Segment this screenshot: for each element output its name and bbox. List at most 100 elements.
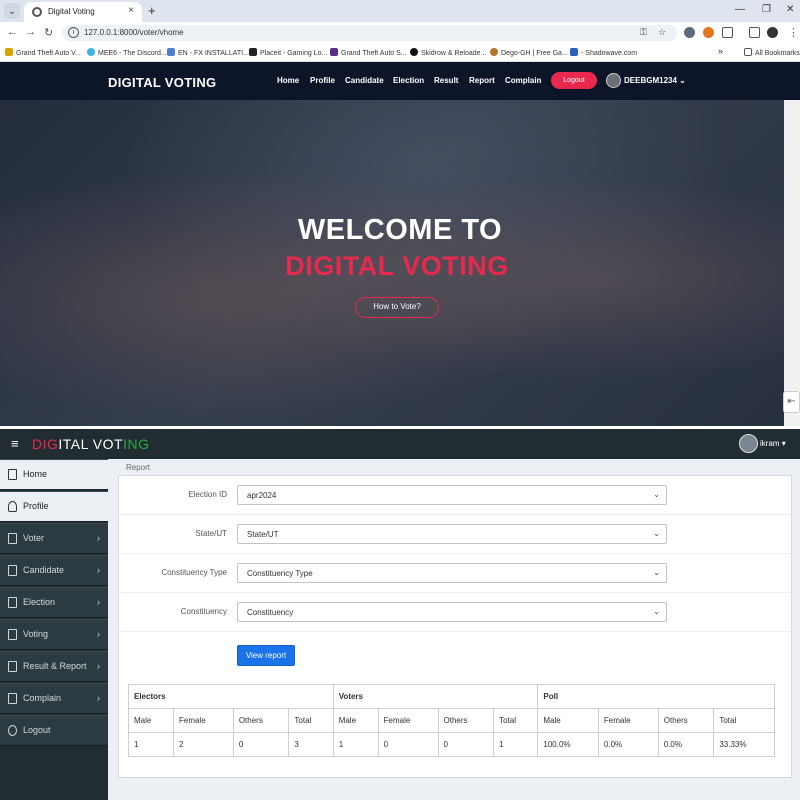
kebab-menu-icon[interactable]: ⋮ — [788, 26, 799, 39]
puzzle-icon[interactable] — [722, 27, 733, 38]
table-cell: 1 — [332, 732, 379, 757]
nav-profile[interactable]: Profile — [310, 76, 335, 85]
window-close-icon[interactable]: ✕ — [786, 4, 794, 15]
site-logo[interactable]: DIGITAL VOTING — [108, 75, 216, 90]
bookmark-item[interactable]: - Shadowave.com — [570, 48, 637, 57]
admin-sidebar: Home Profile Voter › Candidate › Electio… — [0, 459, 108, 800]
column-header: Total — [713, 708, 775, 733]
back-icon[interactable]: ← — [7, 26, 18, 38]
metamask-icon[interactable] — [703, 27, 714, 38]
admin-header: ≡ DIGITAL VOTING ikram ▾ — [0, 429, 800, 459]
user-menu[interactable]: DEEBGM1234 ⌄ — [624, 76, 686, 85]
chevron-down-icon: ⌄ — [653, 607, 660, 616]
side-panel-tab-icon[interactable]: ⇤ — [783, 391, 800, 413]
site-info-icon[interactable]: i — [68, 27, 79, 38]
bookmark-item[interactable]: Grand Theft Auto V... — [5, 48, 81, 57]
bookmarks-bar: Grand Theft Auto V... MEE6 - The Discord… — [0, 44, 800, 62]
sidebar-item-voter[interactable]: Voter › — [0, 523, 108, 554]
table-row: 1 2 0 3 1 0 0 1 100.0% 0.0% 0.0% 33.33% — [128, 732, 775, 757]
browser-toolbar: ← → ↻ i 127.0.0.1:8000/voter/vhome ⚿ ☆ ⋮ — [0, 22, 800, 44]
form-row-constituency: Constituency Constituency ⌄ — [119, 593, 791, 632]
column-header: Male — [537, 708, 599, 733]
chevron-down-icon: ⌄ — [653, 490, 660, 499]
tab-search-button[interactable]: ⌄ — [4, 3, 20, 19]
document-icon — [8, 565, 17, 576]
bookmark-item[interactable]: MEE6 - The Discord... — [87, 48, 167, 57]
logout-button[interactable]: Logout — [551, 72, 597, 89]
globe-icon — [32, 7, 42, 17]
sidebar-item-candidate[interactable]: Candidate › — [0, 555, 108, 586]
document-icon — [8, 661, 17, 672]
close-tab-icon[interactable]: × — [128, 5, 134, 16]
bookmark-item[interactable]: Dego-GH | Free Ga... — [490, 48, 568, 57]
tab-title: Digital Voting — [48, 7, 95, 16]
sidebar-item-logout[interactable]: Logout — [0, 715, 108, 746]
constituency-select[interactable]: Constituency ⌄ — [237, 602, 667, 622]
constituency-type-label: Constituency Type — [161, 568, 227, 577]
chevron-right-icon: › — [97, 597, 100, 607]
minimize-icon[interactable]: — — [735, 4, 745, 15]
avatar[interactable] — [739, 434, 758, 453]
form-row-state: State/UT State/UT ⌄ — [119, 515, 791, 554]
column-header: Others — [232, 708, 290, 733]
admin-user-menu[interactable]: ikram ▾ — [760, 439, 786, 448]
bookmark-item[interactable]: EN - FX INSTALLATI... — [167, 48, 249, 57]
sidebar-item-home[interactable]: Home — [0, 459, 108, 490]
extension-icon[interactable] — [684, 27, 695, 38]
column-header: Male — [128, 708, 174, 733]
new-tab-button[interactable]: + — [148, 3, 156, 18]
table-header-row: Male Female Others Total Male Female Oth… — [128, 708, 775, 733]
all-bookmarks[interactable]: All Bookmarks — [744, 48, 800, 57]
url-text: 127.0.0.1:8000/voter/vhome — [84, 28, 184, 37]
poll-header: Poll — [537, 684, 775, 709]
table-group-row: Electors Voters Poll — [128, 684, 775, 709]
key-icon[interactable]: ⚿ — [640, 27, 647, 38]
table-cell: 1 — [128, 732, 174, 757]
nav-result[interactable]: Result — [434, 76, 458, 85]
state-select[interactable]: State/UT ⌄ — [237, 524, 667, 544]
address-bar[interactable]: i 127.0.0.1:8000/voter/vhome ⚿ ☆ — [62, 25, 677, 41]
avatar[interactable] — [606, 73, 621, 88]
scrollbar[interactable] — [784, 100, 800, 426]
table-cell: 0 — [437, 732, 495, 757]
sidebar-item-complain[interactable]: Complain › — [0, 683, 108, 714]
bookmark-item[interactable]: Placeit - Gaming Lo... — [249, 48, 327, 57]
chevron-right-icon: › — [97, 661, 100, 671]
election-id-select[interactable]: apr2024 ⌄ — [237, 485, 667, 505]
bookmarks-overflow[interactable]: » — [718, 46, 723, 56]
side-panel-icon[interactable] — [749, 27, 760, 38]
nav-report[interactable]: Report — [469, 76, 495, 85]
browser-tab[interactable]: Digital Voting × — [24, 2, 142, 22]
sidebar-item-voting[interactable]: Voting › — [0, 619, 108, 650]
breadcrumb: Report — [126, 463, 151, 472]
chevron-right-icon: › — [97, 693, 100, 703]
bookmark-star-icon[interactable]: ☆ — [658, 27, 666, 38]
table-cell: 2 — [172, 732, 234, 757]
forward-icon[interactable]: → — [25, 26, 36, 38]
document-icon — [8, 629, 17, 640]
column-header: Female — [377, 708, 439, 733]
how-to-vote-button[interactable]: How to Vote? — [355, 297, 439, 318]
profile-icon[interactable] — [767, 27, 778, 38]
admin-logo[interactable]: DIGITAL VOTING — [32, 436, 149, 452]
sidebar-item-result-report[interactable]: Result & Report › — [0, 651, 108, 682]
sidebar-item-election[interactable]: Election › — [0, 587, 108, 618]
screen: ⌄ Digital Voting × + — ❐ ✕ ← → ↻ i 127.0… — [0, 0, 800, 800]
nav-election[interactable]: Election — [393, 76, 424, 85]
form-row-constituency-type: Constituency Type Constituency Type ⌄ — [119, 554, 791, 593]
constituency-type-select[interactable]: Constituency Type ⌄ — [237, 563, 667, 583]
hero-subtitle: DIGITAL VOTING — [285, 251, 509, 281]
chevron-down-icon: ⌄ — [653, 568, 660, 577]
hamburger-icon[interactable]: ≡ — [11, 436, 19, 451]
nav-complain[interactable]: Complain — [505, 76, 541, 85]
table-cell: 100.0% — [537, 732, 599, 757]
column-header: Female — [172, 708, 234, 733]
maximize-icon[interactable]: ❐ — [762, 4, 771, 15]
sidebar-item-profile[interactable]: Profile — [0, 491, 108, 522]
nav-home[interactable]: Home — [277, 76, 299, 85]
reload-icon[interactable]: ↻ — [44, 26, 53, 39]
bookmark-item[interactable]: Grand Theft Auto S... — [330, 48, 407, 57]
nav-candidate[interactable]: Candidate — [345, 76, 384, 85]
view-report-button[interactable]: View report — [237, 645, 295, 666]
bookmark-item[interactable]: Skidrow & Reloade... — [410, 48, 486, 57]
